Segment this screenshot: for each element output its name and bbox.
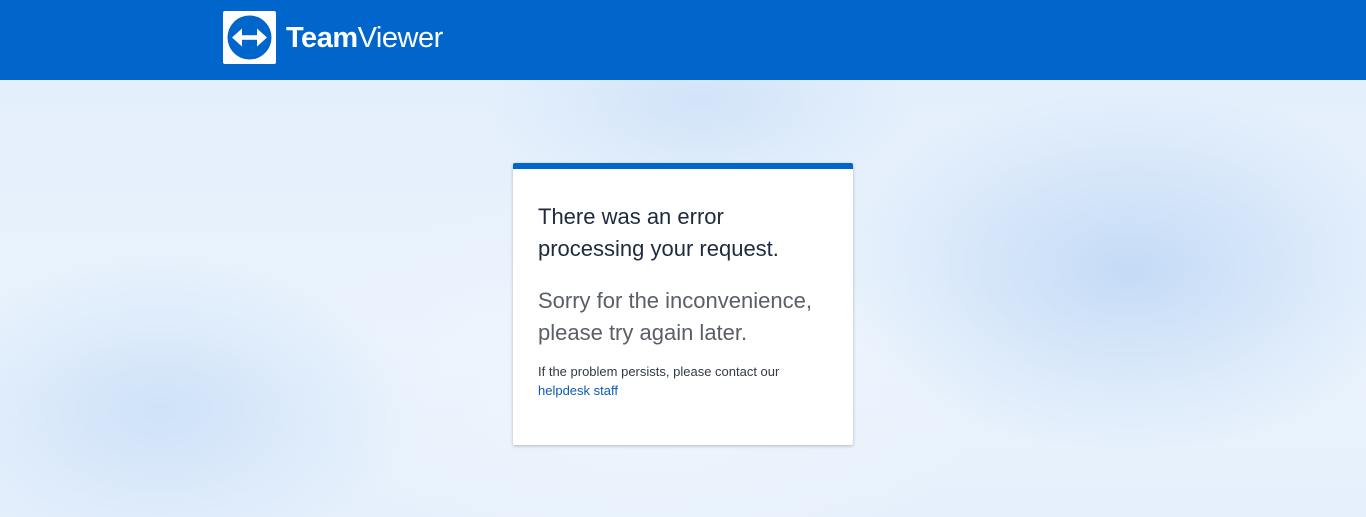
error-note: If the problem persists, please contact …: [538, 362, 828, 400]
error-title: There was an error processing your reque…: [538, 204, 779, 261]
brand-name: TeamViewer: [286, 24, 443, 53]
teamviewer-logo-icon: [223, 11, 276, 64]
helpdesk-link[interactable]: helpdesk staff: [538, 383, 618, 398]
brand-logo[interactable]: TeamViewer: [223, 11, 443, 64]
error-note-text: If the problem persists, please contact …: [538, 364, 780, 379]
brand-name-light: Viewer: [357, 22, 444, 54]
brand-name-bold: Team: [286, 22, 358, 54]
double-arrow-circle-icon: [227, 15, 272, 60]
error-card: There was an error processing your reque…: [513, 163, 853, 445]
error-subtitle: Sorry for the inconvenience, please try …: [538, 288, 812, 345]
top-header: TeamViewer: [0, 0, 1366, 80]
